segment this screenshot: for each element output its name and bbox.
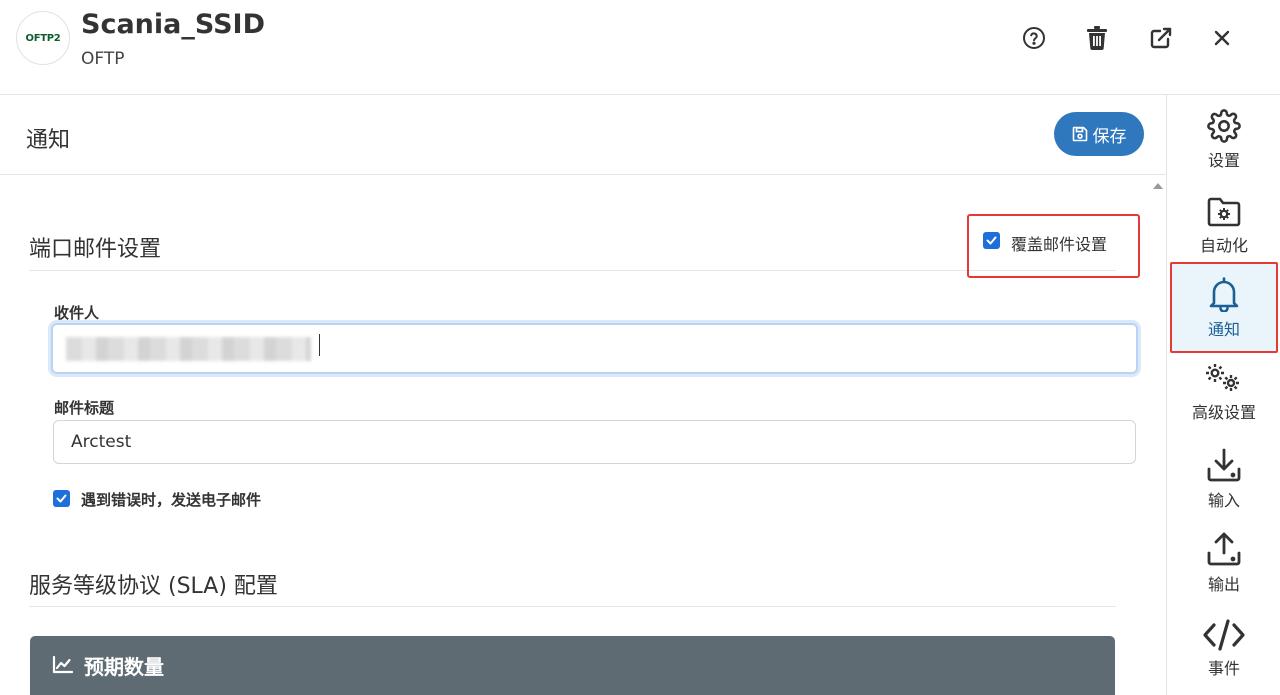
save-button-label: 保存 — [1092, 126, 1127, 147]
close-button[interactable] — [1206, 22, 1238, 54]
sidebar-item-label: 设置 — [1207, 151, 1240, 170]
send-on-error-checkbox[interactable] — [53, 490, 70, 507]
sidebar-item-label: 输出 — [1207, 575, 1240, 594]
page-subtitle: OFTP — [81, 49, 125, 69]
sidebar-item-label: 自动化 — [1199, 236, 1248, 255]
override-mail-checkbox[interactable] — [983, 232, 1000, 249]
sidebar-item-settings[interactable]: 设置 — [1167, 103, 1280, 187]
check-icon — [986, 236, 997, 245]
sidebar-item-output[interactable]: 输出 — [1167, 527, 1280, 611]
app-header: OFTP2 Scania_SSID OFTP — [0, 0, 1280, 95]
recipient-input[interactable] — [51, 323, 1138, 374]
download-icon — [1207, 448, 1241, 482]
sidebar-item-label: 高级设置 — [1191, 403, 1256, 422]
code-icon — [1203, 619, 1245, 651]
check-icon — [56, 494, 67, 503]
sidebar-item-input[interactable]: 输入 — [1167, 443, 1280, 527]
help-button[interactable] — [1018, 22, 1050, 54]
oftp2-logo: OFTP2 — [16, 11, 70, 65]
sidebar-item-label: 通知 — [1207, 320, 1240, 339]
sidebar-item-notifications[interactable]: 通知 — [1170, 262, 1278, 353]
card-title: 预期数量 — [84, 655, 164, 679]
panel-title: 通知 — [26, 128, 71, 153]
upload-icon — [1207, 532, 1241, 566]
save-icon — [1072, 126, 1087, 142]
recipient-label: 收件人 — [54, 304, 100, 322]
close-icon — [1214, 30, 1230, 46]
expected-volume-card-header: 预期数量 — [30, 636, 1115, 695]
question-circle-icon — [1023, 27, 1045, 49]
send-on-error-label: 遇到错误时，发送电子邮件 — [81, 491, 262, 509]
subject-label: 邮件标题 — [54, 399, 115, 417]
trash-icon — [1087, 26, 1107, 50]
sidebar-item-label: 输入 — [1207, 491, 1240, 510]
port-mail-section-title: 端口邮件设置 — [29, 237, 162, 262]
external-link-icon — [1150, 27, 1172, 49]
logo-text: OFTP2 — [25, 32, 61, 44]
section-divider — [29, 606, 1116, 607]
sidebar-item-label: 事件 — [1207, 659, 1240, 678]
text-caret — [319, 334, 320, 356]
right-sidebar: 设置 自动化 通知 高级设置 输入 输出 事件 — [1166, 95, 1280, 695]
sla-section-title: 服务等级协议 (SLA) 配置 — [29, 574, 278, 599]
folder-gear-icon — [1207, 197, 1241, 227]
gears-icon — [1206, 364, 1239, 391]
page-title: Scania_SSID — [81, 9, 266, 40]
subject-input[interactable]: Arctest — [53, 420, 1136, 464]
gear-icon — [1207, 109, 1241, 143]
bell-icon — [1209, 277, 1239, 312]
open-external-button[interactable] — [1145, 22, 1177, 54]
subject-value: Arctest — [71, 432, 132, 452]
panel-header: 通知 保存 — [0, 95, 1167, 175]
save-button[interactable]: 保存 — [1054, 112, 1144, 156]
redacted-recipient — [66, 337, 311, 361]
section-divider — [29, 270, 1116, 271]
delete-button[interactable] — [1081, 22, 1113, 54]
sidebar-item-events[interactable]: 事件 — [1167, 611, 1280, 695]
sidebar-item-automation[interactable]: 自动化 — [1167, 188, 1280, 272]
area-chart-icon — [52, 655, 74, 674]
override-mail-label: 覆盖邮件设置 — [1011, 235, 1108, 254]
scroll-up-arrow[interactable] — [1153, 183, 1163, 189]
sidebar-item-advanced-settings[interactable]: 高级设置 — [1167, 357, 1280, 441]
